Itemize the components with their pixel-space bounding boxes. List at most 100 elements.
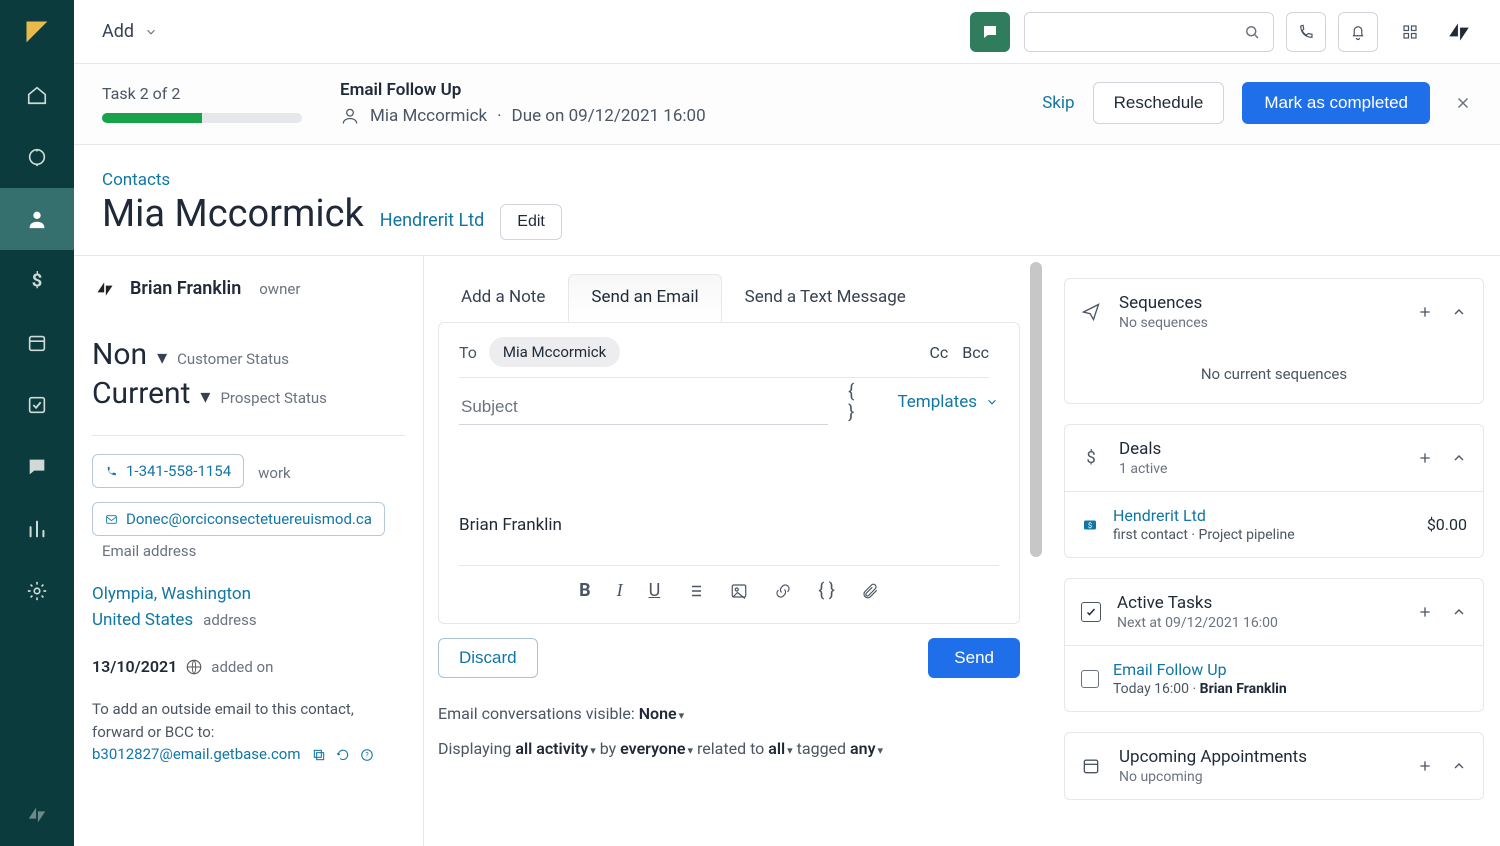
edit-button[interactable]: Edit bbox=[500, 204, 562, 240]
call-button[interactable] bbox=[1286, 12, 1326, 52]
customer-status-label: Customer Status bbox=[177, 350, 289, 368]
nav-record[interactable] bbox=[0, 126, 74, 188]
nav-settings[interactable] bbox=[0, 560, 74, 622]
add-sequence-icon[interactable] bbox=[1417, 304, 1433, 320]
link-icon[interactable] bbox=[774, 582, 792, 600]
location-city[interactable]: Olympia, Washington bbox=[92, 582, 405, 608]
card-active-tasks: Active Tasks Next at 09/12/2021 16:00 Em… bbox=[1064, 578, 1484, 712]
task-person: Mia Mccormick bbox=[370, 106, 487, 126]
nav-home[interactable] bbox=[0, 64, 74, 126]
add-deal-icon[interactable] bbox=[1417, 450, 1433, 466]
email-body[interactable]: Brian Franklin bbox=[459, 425, 999, 565]
nav-contacts[interactable] bbox=[0, 188, 74, 250]
email-chip[interactable]: Donec@orciconsectetuereuismod.ca bbox=[92, 502, 385, 536]
collapse-icon[interactable] bbox=[1451, 758, 1467, 774]
reschedule-button[interactable]: Reschedule bbox=[1093, 82, 1225, 124]
bcc-note: To add an outside email to this contact,… bbox=[92, 698, 405, 766]
progress-bar bbox=[102, 113, 302, 123]
nav-calendar[interactable] bbox=[0, 312, 74, 374]
customer-status-value[interactable]: Non bbox=[92, 337, 147, 372]
bcc-email[interactable]: b3012827@email.getbase.com bbox=[92, 745, 301, 763]
deal-icon: $ bbox=[1081, 516, 1099, 534]
discard-button[interactable]: Discard bbox=[438, 638, 538, 678]
contact-company[interactable]: Hendrerit Ltd bbox=[380, 210, 485, 231]
format-toolbar: B I U { } bbox=[459, 565, 999, 605]
image-icon[interactable] bbox=[730, 582, 748, 600]
merge-tag-icon[interactable]: { } bbox=[818, 580, 835, 601]
skip-link[interactable]: Skip bbox=[1042, 93, 1074, 113]
tab-send-email[interactable]: Send an Email bbox=[568, 274, 721, 322]
attachment-icon[interactable] bbox=[861, 582, 879, 600]
send-button[interactable]: Send bbox=[928, 638, 1020, 678]
page-header: Contacts Mia Mccormick Hendrerit Ltd Edi… bbox=[74, 156, 1500, 256]
nav-zendesk-icon[interactable] bbox=[0, 784, 74, 846]
merge-tags-icon[interactable]: { } bbox=[848, 381, 863, 423]
to-recipient-chip[interactable]: Mia Mccormick bbox=[489, 337, 620, 367]
filter-who[interactable]: everyone bbox=[620, 739, 685, 758]
templates-dropdown[interactable]: Templates bbox=[897, 392, 999, 412]
caret-down-icon[interactable]: ▾ bbox=[157, 345, 167, 369]
nav-reports[interactable] bbox=[0, 498, 74, 560]
task-title: Email Follow Up bbox=[340, 80, 706, 100]
collapse-icon[interactable] bbox=[1451, 450, 1467, 466]
svg-text:$: $ bbox=[32, 271, 43, 292]
add-menu[interactable]: Add bbox=[102, 21, 158, 42]
filter-activity[interactable]: all activity bbox=[515, 739, 588, 758]
apps-button[interactable] bbox=[1390, 12, 1430, 52]
italic-icon[interactable]: I bbox=[617, 580, 623, 601]
owner-row: Brian Franklin owner bbox=[92, 278, 405, 299]
add-appt-icon[interactable] bbox=[1417, 758, 1433, 774]
help-icon[interactable]: ? bbox=[360, 748, 374, 762]
prospect-status-label: Prospect Status bbox=[220, 389, 326, 407]
underline-icon[interactable]: U bbox=[649, 580, 661, 601]
deal-row[interactable]: $ Hendrerit Ltd first contact · Project … bbox=[1065, 491, 1483, 557]
tab-send-sms[interactable]: Send a Text Message bbox=[722, 274, 929, 322]
mark-completed-button[interactable]: Mark as completed bbox=[1242, 82, 1430, 124]
location-country[interactable]: United States bbox=[92, 610, 193, 630]
notifications-button[interactable] bbox=[1338, 12, 1378, 52]
prospect-status-value[interactable]: Current bbox=[92, 376, 190, 411]
search-icon bbox=[1243, 23, 1261, 41]
task-row[interactable]: Email Follow Up Today 16:00 · Brian Fran… bbox=[1065, 645, 1483, 711]
chat-widget[interactable] bbox=[970, 12, 1010, 52]
card-title: Deals bbox=[1119, 439, 1401, 459]
task-checkbox[interactable] bbox=[1081, 670, 1099, 688]
filter-tag[interactable]: any bbox=[850, 739, 875, 758]
nav-tasks[interactable] bbox=[0, 374, 74, 436]
filter-related[interactable]: all bbox=[768, 739, 785, 758]
scrollbar[interactable] bbox=[1030, 262, 1042, 557]
subject-input[interactable] bbox=[459, 396, 828, 418]
nav-deals[interactable]: $ bbox=[0, 250, 74, 312]
refresh-icon[interactable] bbox=[336, 748, 350, 762]
email-visibility-filter: Email conversations visible: None▾ bbox=[438, 704, 1048, 723]
collapse-icon[interactable] bbox=[1451, 604, 1467, 620]
close-task-icon[interactable] bbox=[1454, 94, 1472, 112]
caret-down-icon[interactable]: ▾ bbox=[200, 384, 210, 408]
topbar: Add bbox=[74, 0, 1500, 64]
deal-sub: first contact · Project pipeline bbox=[1113, 527, 1413, 543]
compose-tabs: Add a Note Send an Email Send a Text Mes… bbox=[438, 274, 1048, 322]
phone-label: work bbox=[258, 464, 291, 482]
card-sub: No upcoming bbox=[1119, 769, 1401, 785]
nav-chat[interactable] bbox=[0, 436, 74, 498]
chevron-down-icon bbox=[144, 25, 158, 39]
add-task-icon[interactable] bbox=[1417, 604, 1433, 620]
cc-toggle[interactable]: Cc bbox=[929, 343, 948, 362]
card-sub: No sequences bbox=[1119, 315, 1401, 331]
card-appointments: Upcoming Appointments No upcoming bbox=[1064, 732, 1484, 800]
phone-chip[interactable]: 1-341-558-1154 bbox=[92, 454, 244, 488]
list-icon[interactable] bbox=[686, 582, 704, 600]
tab-add-note[interactable]: Add a Note bbox=[438, 274, 568, 322]
bcc-toggle[interactable]: Bcc bbox=[962, 343, 989, 362]
send-icon bbox=[1081, 302, 1103, 322]
search-input[interactable] bbox=[1024, 12, 1274, 52]
copy-icon[interactable] bbox=[312, 748, 326, 762]
person-icon bbox=[340, 106, 360, 126]
visibility-value[interactable]: None bbox=[639, 704, 677, 723]
collapse-icon[interactable] bbox=[1451, 304, 1467, 320]
task-link: Email Follow Up bbox=[1113, 660, 1467, 679]
add-label: Add bbox=[102, 21, 134, 42]
bold-icon[interactable]: B bbox=[579, 580, 591, 601]
breadcrumb[interactable]: Contacts bbox=[102, 170, 1472, 190]
owner-role: owner bbox=[259, 280, 300, 298]
